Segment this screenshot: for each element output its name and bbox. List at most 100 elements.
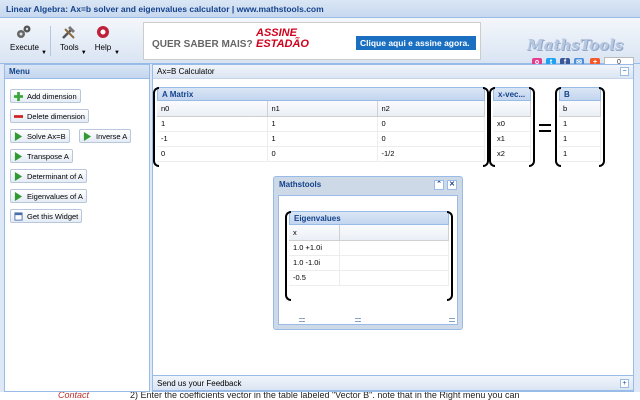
vector-cell[interactable]: 1 (559, 146, 601, 162)
a-matrix-left-bracket (153, 87, 159, 167)
window-title: Linear Algebra: Ax=b solver and eigenval… (0, 0, 640, 18)
widget-icon (14, 212, 23, 221)
plus-icon (14, 92, 23, 101)
resize-handle[interactable] (449, 318, 455, 322)
menu-title: Menu (5, 65, 149, 79)
feedback-bar[interactable]: Send us your Feedback + (152, 375, 634, 391)
tools-icon (62, 26, 76, 39)
equals-sign (539, 124, 551, 132)
ad-text: QUER SABER MAIS? (152, 39, 253, 50)
table-row: 1.0 -1.0i (289, 255, 449, 271)
play-icon (14, 192, 23, 201)
matrix-cell[interactable]: -1/2 (377, 146, 485, 162)
table-row: 0 0 -1/2 (157, 146, 485, 162)
help-button[interactable]: Help ▼ (94, 24, 120, 56)
inverse-a-label: Inverse A (96, 132, 128, 141)
resize-handle[interactable] (299, 318, 305, 322)
tools-dropdown-icon: ▼ (80, 50, 87, 56)
eigenvalues-table: x 1.0 +1.0i 1.0 -1.0i -0.5 (289, 225, 449, 286)
matrix-cell[interactable]: 1 (157, 116, 268, 132)
close-icon[interactable]: ✕ (447, 180, 457, 190)
b-vector-title: B (559, 87, 601, 101)
table-row: x2 (493, 146, 531, 162)
page-background-strip: Contact 2) Enter the coefficients vector… (0, 392, 640, 400)
transpose-a-label: Transpose A (27, 152, 69, 161)
matrix-cell[interactable]: -1 (157, 131, 268, 147)
table-row: -1 1 0 (157, 131, 485, 147)
column-header[interactable]: b (559, 101, 601, 117)
table-row: x0 (493, 116, 531, 132)
inverse-a-button[interactable]: Inverse A (79, 129, 132, 143)
tools-label: Tools (60, 43, 79, 52)
collapse-up-icon[interactable]: ⌃ (434, 180, 444, 190)
vector-cell[interactable]: 1 (559, 116, 601, 132)
column-header[interactable]: n0 (157, 101, 268, 117)
add-dimension-button[interactable]: Add dimension (10, 89, 81, 103)
determinant-a-label: Determinant of A (27, 172, 83, 181)
vector-cell[interactable]: 1 (559, 131, 601, 147)
brand-logo[interactable]: MathsTools (527, 36, 623, 54)
dialog-header[interactable]: Mathstools ⌃ ✕ (274, 177, 462, 193)
delete-dimension-button[interactable]: Delete dimension (10, 109, 89, 123)
table-row: -0.5 (289, 270, 449, 286)
tools-button[interactable]: Tools ▼ (60, 24, 87, 56)
matrix-cell[interactable]: 1 (267, 131, 378, 147)
eigenvalues-box: Eigenvalues x 1.0 +1.0i 1.0 -1.0i -0.5 (285, 211, 453, 301)
help-dropdown-icon: ▼ (114, 50, 120, 56)
x-vector-header-row (493, 101, 531, 117)
matrix-cell[interactable]: 1 (267, 116, 378, 132)
x-vector: x-vec... x0 x1 x2 (489, 87, 535, 167)
determinant-a-button[interactable]: Determinant of A (10, 169, 87, 183)
eigenvalue-cell: 1.0 -1.0i (289, 255, 340, 271)
calculator-header: Ax=B Calculator − (153, 65, 633, 79)
column-header[interactable]: n2 (377, 101, 485, 117)
eigenvalues-a-label: Eigenvalues of A (27, 192, 83, 201)
table-row: 1 (559, 116, 601, 132)
column-header (493, 101, 531, 117)
execute-icon (17, 25, 31, 38)
instructions-text: 2) Enter the coefficients vector in the … (130, 392, 520, 400)
execute-label: Execute (10, 43, 39, 52)
b-vector-table: b 1 1 1 (559, 101, 601, 162)
dialog-body: Eigenvalues x 1.0 +1.0i 1.0 -1.0i -0.5 (278, 195, 458, 325)
eigenvalues-header-row: x (289, 225, 449, 241)
b-vector: B b 1 1 1 (555, 87, 605, 167)
column-header[interactable]: n1 (267, 101, 378, 117)
expand-icon[interactable]: + (620, 379, 629, 388)
delete-dimension-label: Delete dimension (27, 112, 85, 121)
collapse-icon[interactable]: − (620, 67, 629, 76)
x-vector-title: x-vec... (493, 87, 531, 101)
a-matrix-table: n0 n1 n2 1 1 0 -1 1 0 0 0 -1/2 (157, 101, 485, 162)
matrix-cell[interactable]: 0 (377, 116, 485, 132)
empty-cell (339, 255, 449, 271)
table-row: 1 (559, 146, 601, 162)
get-widget-button[interactable]: Get this Widget (10, 209, 83, 223)
toolbar-separator (50, 26, 51, 56)
resize-handle[interactable] (355, 318, 361, 322)
get-widget-label: Get this Widget (27, 212, 79, 221)
execute-button[interactable]: Execute ▼ (10, 24, 47, 56)
matrix-cell[interactable]: 0 (377, 131, 485, 147)
play-icon (14, 172, 23, 181)
eigenvalues-title: Eigenvalues (289, 211, 449, 225)
execute-dropdown-icon: ▼ (40, 50, 47, 56)
matrix-cell[interactable]: 0 (157, 146, 268, 162)
play-icon (14, 132, 23, 141)
add-dimension-label: Add dimension (27, 92, 77, 101)
transpose-a-button[interactable]: Transpose A (10, 149, 73, 163)
solve-axb-label: Solve Ax=B (27, 132, 66, 141)
feedback-label: Send us your Feedback (157, 379, 242, 388)
x-vector-table: x0 x1 x2 (493, 101, 531, 162)
vector-cell: x1 (493, 131, 531, 147)
play-icon (83, 132, 92, 141)
eigenvalue-cell: -0.5 (289, 270, 340, 286)
calculator-title: Ax=B Calculator (157, 67, 215, 76)
column-header[interactable]: x (289, 225, 340, 241)
solve-axb-button[interactable]: Solve Ax=B (10, 129, 70, 143)
eigenvalue-cell: 1.0 +1.0i (289, 240, 340, 256)
eigenvalues-a-button[interactable]: Eigenvalues of A (10, 189, 87, 203)
matrix-cell[interactable]: 0 (267, 146, 378, 162)
contact-link[interactable]: Contact (58, 392, 89, 400)
ad-cta-button[interactable]: Clique aqui e assine agora. (356, 36, 476, 50)
ad-banner[interactable]: QUER SABER MAIS? ASSINE ESTADÃO Clique a… (143, 22, 481, 60)
